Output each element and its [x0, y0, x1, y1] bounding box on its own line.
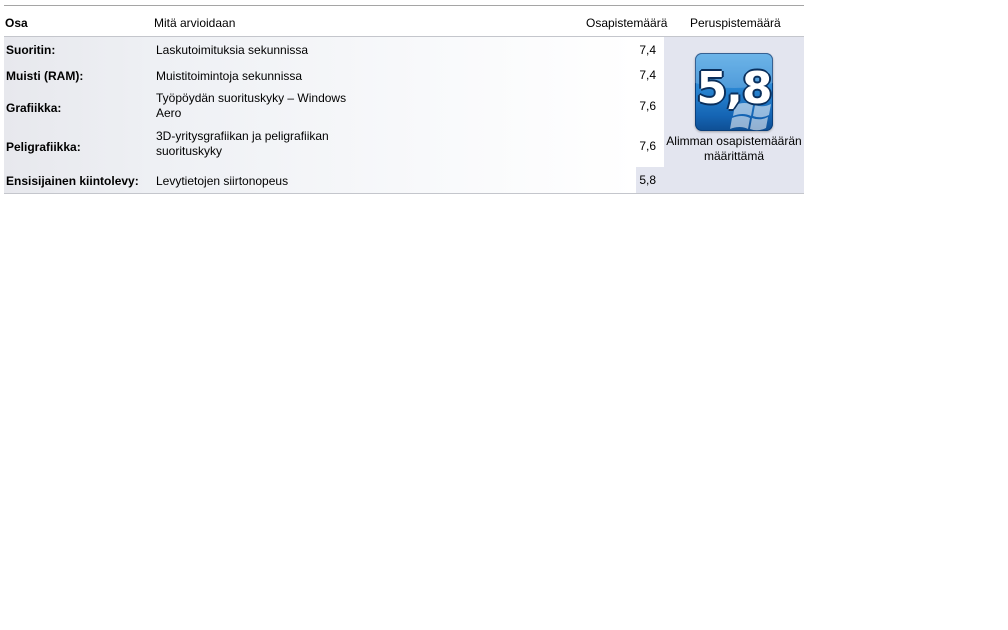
subscore-value: 7,4 — [639, 43, 656, 57]
table-row-primary-hard-disk: Ensisijainen kiintolevy: Levytietojen si… — [4, 167, 664, 193]
table-row-gaming-graphics: Peligrafiikka: 3D-yritysgrafiikan ja pel… — [4, 125, 664, 167]
rated-description: 3D-yritysgrafiikan ja peligrafiikan suor… — [156, 129, 329, 158]
subscore-value: 7,4 — [639, 68, 656, 82]
component-label: Grafiikka: — [6, 101, 62, 115]
subscore-value-lowest: 5,8 — [636, 167, 664, 193]
subscore-value: 7,6 — [639, 139, 656, 153]
component-label: Muisti (RAM): — [6, 69, 84, 83]
header-what-is-rated: Mitä arvioidaan — [154, 16, 236, 30]
table-body: Suoritin: Laskutoimituksia sekunnissa 7,… — [4, 37, 804, 194]
component-label: Peligrafiikka: — [6, 140, 81, 154]
rated-description: Työpöydän suorituskyky – Windows Aero — [156, 91, 347, 120]
base-score-badge: 5,8 — [695, 53, 773, 131]
rated-description: Laskutoimituksia sekunnissa — [156, 43, 309, 57]
rated-description: Muistitoimintoja sekunnissa — [156, 69, 303, 83]
experience-index-table: Osa Mitä arvioidaan Osapistemäärä Perusp… — [4, 5, 804, 194]
table-header: Osa Mitä arvioidaan Osapistemäärä Perusp… — [4, 6, 804, 37]
rated-description: Levytietojen siirtonopeus — [156, 174, 289, 188]
header-component: Osa — [5, 16, 28, 30]
table-row-graphics: Grafiikka: Työpöydän suorituskyky – Wind… — [4, 87, 664, 125]
table-row-memory: Muisti (RAM): Muistitoimintoja sekunniss… — [4, 63, 664, 87]
header-base-score: Peruspistemäärä — [690, 16, 781, 30]
base-score-panel: 5,8 Alimman osapistemäärän määrittämä — [664, 37, 804, 193]
table-row-processor: Suoritin: Laskutoimituksia sekunnissa 7,… — [4, 37, 664, 63]
base-score-caption: Alimman osapistemäärän määrittämä — [666, 134, 802, 163]
component-label: Suoritin: — [6, 43, 56, 57]
subscore-value: 7,6 — [639, 99, 656, 113]
header-subscore: Osapistemäärä — [586, 16, 668, 30]
base-score-value: 5,8 — [696, 63, 773, 114]
component-label: Ensisijainen kiintolevy: — [6, 174, 139, 188]
